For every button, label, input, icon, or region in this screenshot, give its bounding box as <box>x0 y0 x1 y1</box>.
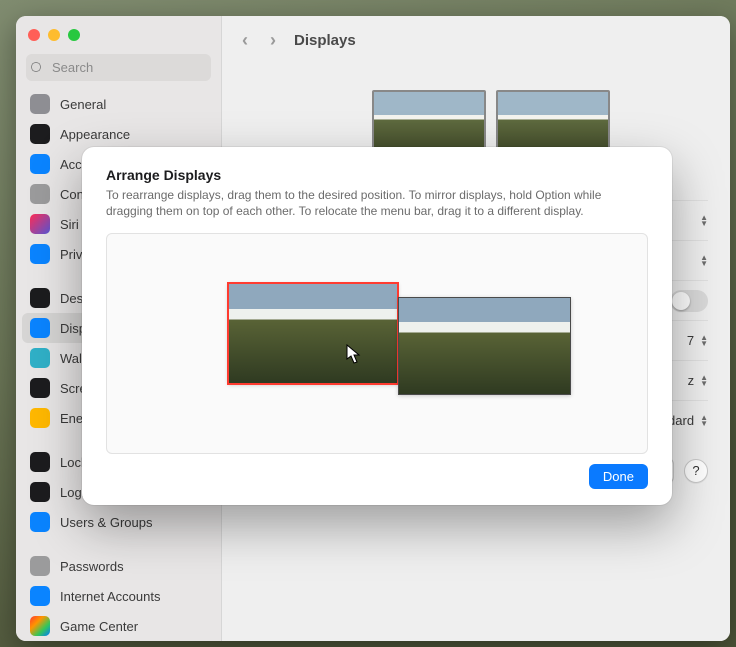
privacy-icon <box>30 244 50 264</box>
lock-screen-icon <box>30 452 50 472</box>
sidebar-item-internet-accounts[interactable]: Internet Accounts <box>22 581 215 611</box>
login-icon <box>30 482 50 502</box>
help-button[interactable]: ? <box>684 459 708 483</box>
done-button[interactable]: Done <box>589 464 648 489</box>
accessibility-icon <box>30 154 50 174</box>
zoom-window-button[interactable] <box>68 29 80 41</box>
sidebar-item-label: Internet Accounts <box>60 589 160 604</box>
control-center-icon <box>30 184 50 204</box>
sheet-footer: Done <box>106 464 648 489</box>
forward-button[interactable]: › <box>266 26 280 55</box>
game-center-icon <box>30 616 50 636</box>
toggle-switch[interactable] <box>670 290 708 312</box>
sidebar-item-passwords[interactable]: Passwords <box>22 551 215 581</box>
sheet-description: To rearrange displays, drag them to the … <box>106 187 648 219</box>
screen-saver-icon <box>30 378 50 398</box>
minimize-window-button[interactable] <box>48 29 60 41</box>
appearance-icon <box>30 124 50 144</box>
search-wrap <box>16 54 221 89</box>
sidebar-item-game-center[interactable]: Game Center <box>22 611 215 641</box>
sidebar-item-label: Game Center <box>60 619 138 634</box>
display-tile-1-selected[interactable] <box>228 283 398 384</box>
sidebar-item-appearance[interactable]: Appearance <box>22 119 215 149</box>
arrange-area[interactable] <box>106 233 648 454</box>
sidebar-item-label: Users & Groups <box>60 515 152 530</box>
passwords-icon <box>30 556 50 576</box>
sidebar-item-label: Passwords <box>60 559 124 574</box>
page-title: Displays <box>294 32 356 49</box>
display-tile-2[interactable] <box>398 297 571 395</box>
search-input[interactable] <box>26 54 211 81</box>
setting-popup[interactable]: z ▲▼ <box>688 373 708 388</box>
siri-icon <box>30 214 50 234</box>
wallpaper-icon <box>30 348 50 368</box>
setting-popup[interactable]: ▲▼ <box>700 215 708 227</box>
chevron-updown-icon: ▲▼ <box>700 415 708 427</box>
energy-icon <box>30 408 50 428</box>
displays-icon <box>30 318 50 338</box>
close-window-button[interactable] <box>28 29 40 41</box>
sidebar-item-general[interactable]: General <box>22 89 215 119</box>
setting-popup[interactable]: ▲▼ <box>700 255 708 267</box>
sidebar-item-label: General <box>60 97 106 112</box>
setting-popup[interactable]: 7 ▲▼ <box>687 333 708 348</box>
general-icon <box>30 94 50 114</box>
arrange-displays-sheet: Arrange Displays To rearrange displays, … <box>82 147 672 505</box>
sidebar-item-users-groups[interactable]: Users & Groups <box>22 507 215 537</box>
sheet-title: Arrange Displays <box>106 167 648 183</box>
users-groups-icon <box>30 512 50 532</box>
window-controls <box>16 16 221 54</box>
desktop-dock-icon <box>30 288 50 308</box>
back-button[interactable]: ‹ <box>238 26 252 55</box>
sidebar-item-label: Appearance <box>60 127 130 142</box>
main-titlebar: ‹ › Displays <box>222 16 730 64</box>
internet-accounts-icon <box>30 586 50 606</box>
